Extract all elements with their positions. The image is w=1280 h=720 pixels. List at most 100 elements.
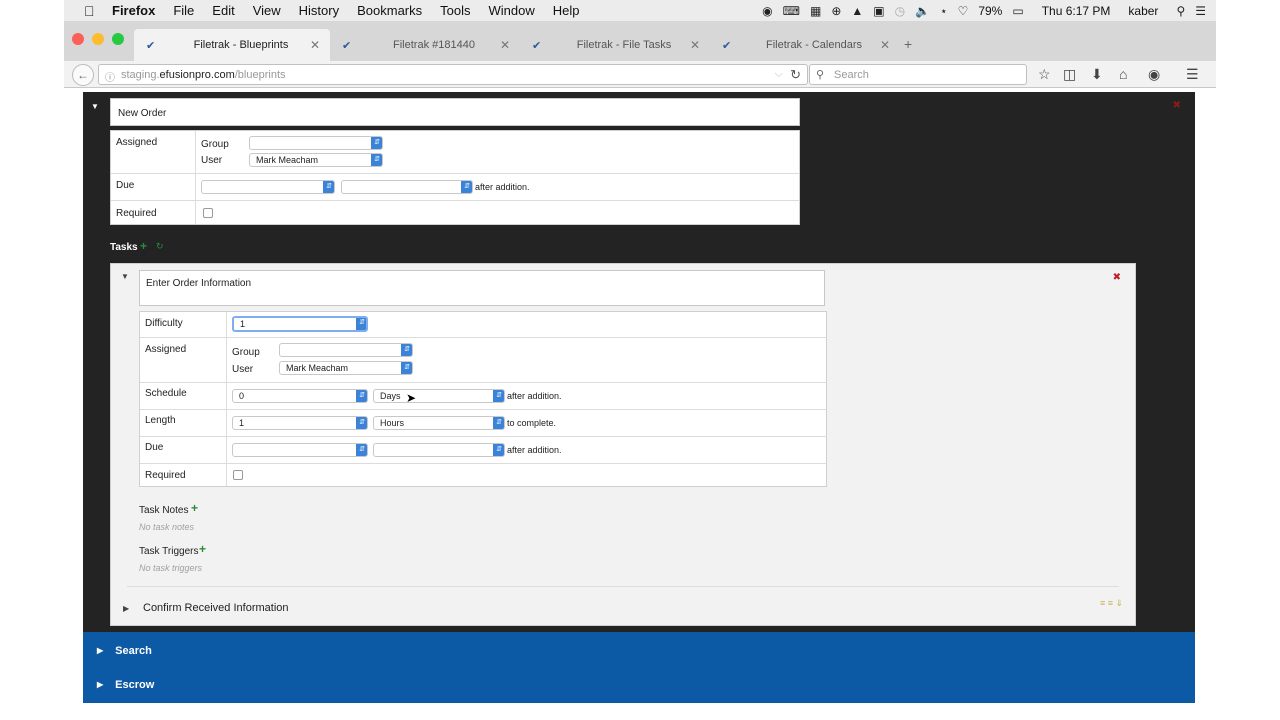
due-amount-select[interactable]: ⇵: [232, 443, 368, 457]
group-select[interactable]: ⇵: [279, 343, 413, 357]
zoom-window-button[interactable]: [112, 33, 124, 45]
display-icon[interactable]: ▣: [873, 5, 884, 17]
tab-title: Filetrak #181440: [393, 39, 475, 51]
hamburger-menu-icon[interactable]: ☰: [1186, 66, 1199, 83]
group-label: Group: [232, 347, 260, 358]
tab-order[interactable]: ✔ Filetrak #181440 ✕: [330, 29, 520, 61]
tab-close-icon[interactable]: ✕: [498, 38, 512, 52]
bookmark-star-icon[interactable]: ☆: [1038, 66, 1051, 83]
collapsed-task-title[interactable]: Confirm Received Information: [143, 602, 289, 614]
user-name[interactable]: kaber: [1128, 4, 1158, 18]
apps-icon[interactable]: ▦: [810, 5, 821, 17]
section-search-label: Search: [115, 644, 152, 657]
url-history-dropdown-icon[interactable]: ⌵: [775, 68, 783, 81]
tab-file-tasks[interactable]: ✔ Filetrak - File Tasks ✕: [520, 29, 710, 61]
menu-tools[interactable]: Tools: [440, 3, 470, 18]
url-prefix: staging.: [121, 68, 160, 81]
user-select-value: Mark Meacham: [286, 363, 349, 373]
bluetooth-icon[interactable]: ⋆: [940, 5, 948, 17]
menu-file[interactable]: File: [173, 3, 194, 18]
drive-icon[interactable]: ▲: [851, 5, 863, 17]
required-checkbox[interactable]: [203, 208, 213, 218]
spotlight-icon[interactable]: ⚲: [1176, 5, 1185, 17]
menu-app-name[interactable]: Firefox: [112, 3, 155, 18]
wifi-icon[interactable]: ♡: [958, 5, 969, 17]
user-select[interactable]: Mark Meacham ⇵: [249, 153, 383, 167]
add-task-trigger-icon[interactable]: +: [199, 542, 206, 556]
navigation-toolbar: ← ⓘ staging. efusionpro.com/blueprints ⌵ …: [64, 61, 1216, 88]
group-select[interactable]: ⇵: [249, 136, 383, 150]
blueprints-panel: ▼ ✖ New Order Assigned Group ⇵ User Mark…: [83, 92, 1195, 632]
sync-icon[interactable]: ⊕: [831, 5, 841, 17]
schedule-amount-select[interactable]: 0 ⇵: [232, 389, 368, 403]
reload-icon[interactable]: ↻: [790, 67, 801, 83]
delete-task-icon[interactable]: ✖: [1113, 272, 1121, 283]
task-name-field[interactable]: Enter Order Information: [139, 270, 825, 306]
select-arrow-icon: ⇵: [461, 181, 472, 193]
collapse-blueprint-icon[interactable]: ▼: [91, 102, 99, 111]
collapse-task-icon[interactable]: ▼: [121, 272, 129, 281]
task-triggers-empty: No task triggers: [139, 563, 203, 573]
clock[interactable]: Thu 6:17 PM: [1042, 4, 1111, 18]
due-label: Due: [116, 180, 135, 191]
difficulty-value: 1: [240, 319, 246, 329]
difficulty-select[interactable]: 1 ⇵: [232, 316, 368, 332]
section-escrow[interactable]: ▶ Escrow: [83, 666, 1195, 703]
back-button[interactable]: ←: [72, 64, 94, 86]
task-assigned-row: Assigned Group ⇵ User Mark Meacham ⇵: [140, 338, 826, 383]
due-unit-select[interactable]: ⇵: [341, 180, 473, 194]
add-task-icon[interactable]: +: [140, 239, 147, 253]
expand-task-icon[interactable]: ▶: [123, 604, 129, 613]
volume-icon[interactable]: 🔈: [915, 5, 930, 17]
site-info-icon[interactable]: ⓘ: [105, 69, 115, 84]
keyboard-icon[interactable]: ⌨: [783, 5, 800, 17]
task-panel: ▼ ✖ Enter Order Information Difficulty 1…: [110, 263, 1136, 626]
menu-window[interactable]: Window: [489, 3, 535, 18]
delete-blueprint-icon[interactable]: ✖: [1173, 100, 1181, 111]
add-task-note-icon[interactable]: +: [191, 501, 198, 515]
assigned-label: Assigned: [145, 344, 187, 355]
tab-close-icon[interactable]: ✕: [878, 38, 892, 52]
length-amount-select[interactable]: 1 ⇵: [232, 416, 368, 430]
required-checkbox[interactable]: [233, 470, 243, 480]
url-bar[interactable]: ⓘ staging. efusionpro.com/blueprints ⌵ ↻: [98, 64, 808, 85]
length-unit-select[interactable]: Hours ⇵: [373, 416, 505, 430]
minimize-window-button[interactable]: [92, 33, 104, 45]
due-amount-select[interactable]: ⇵: [201, 180, 335, 194]
notification-center-icon[interactable]: ☰: [1195, 5, 1206, 17]
home-icon[interactable]: ⌂: [1119, 66, 1127, 82]
time-machine-icon[interactable]: ◷: [895, 5, 905, 17]
menu-bookmarks[interactable]: Bookmarks: [357, 3, 422, 18]
move-task-icon[interactable]: ≡ ≡ ⇓: [1100, 598, 1123, 609]
search-input[interactable]: ⚲ Search: [809, 64, 1027, 85]
user-select[interactable]: Mark Meacham ⇵: [279, 361, 413, 375]
section-search[interactable]: ▶ Search: [83, 632, 1195, 669]
battery-percent[interactable]: 79%: [978, 4, 1002, 18]
downloads-icon[interactable]: ⬇: [1091, 66, 1103, 83]
task-required-row: Required: [140, 464, 826, 487]
section-escrow-label: Escrow: [115, 678, 155, 691]
record-icon[interactable]: ◉: [762, 5, 772, 17]
schedule-amount-value: 0: [239, 391, 245, 401]
menu-view[interactable]: View: [253, 3, 281, 18]
tab-close-icon[interactable]: ✕: [688, 38, 702, 52]
blueprint-name-field[interactable]: New Order: [110, 98, 800, 126]
menu-help[interactable]: Help: [553, 3, 580, 18]
length-unit-value: Hours: [380, 418, 405, 428]
menu-history[interactable]: History: [299, 3, 339, 18]
close-window-button[interactable]: [72, 33, 84, 45]
tab-calendars[interactable]: ✔ Filetrak - Calendars ✕: [710, 29, 900, 61]
due-label: Due: [145, 442, 164, 453]
battery-icon[interactable]: ▭: [1012, 5, 1023, 17]
due-unit-select[interactable]: ⇵: [373, 443, 505, 457]
chat-icon[interactable]: ◉: [1148, 66, 1160, 83]
sort-tasks-icon[interactable]: ↻: [156, 241, 164, 252]
new-tab-button[interactable]: +: [904, 36, 912, 52]
tab-blueprints[interactable]: ✔ Filetrak - Blueprints ✕: [134, 29, 330, 61]
schedule-unit-select[interactable]: Days ⇵: [373, 389, 505, 403]
menu-edit[interactable]: Edit: [212, 3, 234, 18]
tab-close-icon[interactable]: ✕: [308, 38, 322, 52]
select-arrow-icon: ⇵: [493, 444, 504, 456]
apple-icon[interactable]: : [84, 4, 98, 18]
reading-list-icon[interactable]: ◫: [1063, 66, 1076, 83]
